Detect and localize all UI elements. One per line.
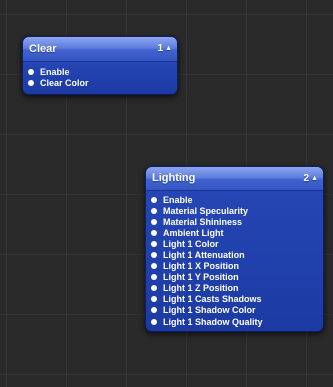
input-port-ambient-light[interactable]: Ambient Light bbox=[146, 227, 323, 238]
patch-lighting[interactable]: Lighting 2 ▲︎ Enable Material Specularity… bbox=[145, 166, 324, 333]
input-port-light-1-casts-shadows[interactable]: Light 1 Casts Shadows bbox=[146, 294, 323, 305]
up-down-arrows-icon[interactable]: ▲︎ bbox=[165, 45, 172, 52]
port-connector-icon[interactable] bbox=[28, 68, 34, 75]
input-ports: Enable Clear Color bbox=[23, 62, 177, 94]
port-connector-icon[interactable] bbox=[151, 229, 157, 236]
input-port-light-1-x-position[interactable]: Light 1 X Position bbox=[146, 261, 323, 272]
up-down-arrows-icon[interactable]: ▲︎ bbox=[311, 175, 318, 182]
port-connector-icon[interactable] bbox=[151, 285, 157, 292]
input-port-enable[interactable]: Enable bbox=[23, 66, 177, 77]
port-label: Light 1 Z Position bbox=[163, 283, 239, 294]
port-connector-icon[interactable] bbox=[151, 207, 157, 214]
input-port-light-1-attenuation[interactable]: Light 1 Attenuation bbox=[146, 249, 323, 260]
patch-title: Clear bbox=[29, 43, 57, 55]
input-port-light-1-z-position[interactable]: Light 1 Z Position bbox=[146, 283, 323, 294]
port-label: Material Specularity bbox=[163, 205, 249, 216]
editor-canvas[interactable]: Clear 1 ▲︎ Enable Clear Color Lighting 2 ▲… bbox=[0, 0, 333, 387]
layer-number: 1 bbox=[157, 43, 164, 54]
input-port-material-shininess[interactable]: Material Shininess bbox=[146, 216, 323, 227]
layer-number: 2 bbox=[303, 173, 310, 184]
layer-selector[interactable]: 1 ▲︎ bbox=[158, 37, 173, 61]
port-connector-icon[interactable] bbox=[151, 252, 157, 259]
patch-title: Lighting bbox=[152, 172, 196, 184]
layer-selector[interactable]: 2 ▲︎ bbox=[304, 167, 319, 190]
patch-title-bar[interactable]: Lighting 2 ▲︎ bbox=[146, 167, 323, 191]
input-port-clear-color[interactable]: Clear Color bbox=[23, 77, 177, 88]
port-label: Light 1 Shadow Quality bbox=[163, 316, 263, 327]
port-label: Light 1 Attenuation bbox=[163, 250, 245, 261]
port-connector-icon[interactable] bbox=[151, 240, 157, 247]
port-label: Light 1 X Position bbox=[163, 261, 239, 272]
port-connector-icon[interactable] bbox=[151, 196, 157, 203]
port-connector-icon[interactable] bbox=[151, 318, 157, 325]
port-connector-icon[interactable] bbox=[151, 307, 157, 314]
port-label: Light 1 Color bbox=[163, 238, 219, 249]
input-port-enable[interactable]: Enable bbox=[146, 194, 323, 205]
port-label: Enable bbox=[40, 66, 70, 77]
input-port-light-1-shadow-color[interactable]: Light 1 Shadow Color bbox=[146, 305, 323, 316]
input-ports: Enable Material Specularity Material Shi… bbox=[146, 191, 323, 332]
input-port-light-1-color[interactable]: Light 1 Color bbox=[146, 238, 323, 249]
port-connector-icon[interactable] bbox=[28, 79, 34, 86]
input-port-light-1-shadow-quality[interactable]: Light 1 Shadow Quality bbox=[146, 316, 323, 327]
port-label: Light 1 Casts Shadows bbox=[163, 294, 262, 305]
port-label: Enable bbox=[163, 194, 193, 205]
port-connector-icon[interactable] bbox=[151, 296, 157, 303]
port-label: Light 1 Y Position bbox=[163, 272, 239, 283]
input-port-material-specularity[interactable]: Material Specularity bbox=[146, 205, 323, 216]
patch-title-bar[interactable]: Clear 1 ▲︎ bbox=[23, 37, 177, 62]
port-label: Light 1 Shadow Color bbox=[163, 305, 256, 316]
port-connector-icon[interactable] bbox=[151, 274, 157, 281]
port-label: Clear Color bbox=[40, 77, 89, 88]
patch-clear[interactable]: Clear 1 ▲︎ Enable Clear Color bbox=[22, 36, 178, 95]
port-label: Material Shininess bbox=[163, 216, 243, 227]
input-port-light-1-y-position[interactable]: Light 1 Y Position bbox=[146, 272, 323, 283]
port-label: Ambient Light bbox=[163, 227, 224, 238]
port-connector-icon[interactable] bbox=[151, 218, 157, 225]
port-connector-icon[interactable] bbox=[151, 263, 157, 270]
